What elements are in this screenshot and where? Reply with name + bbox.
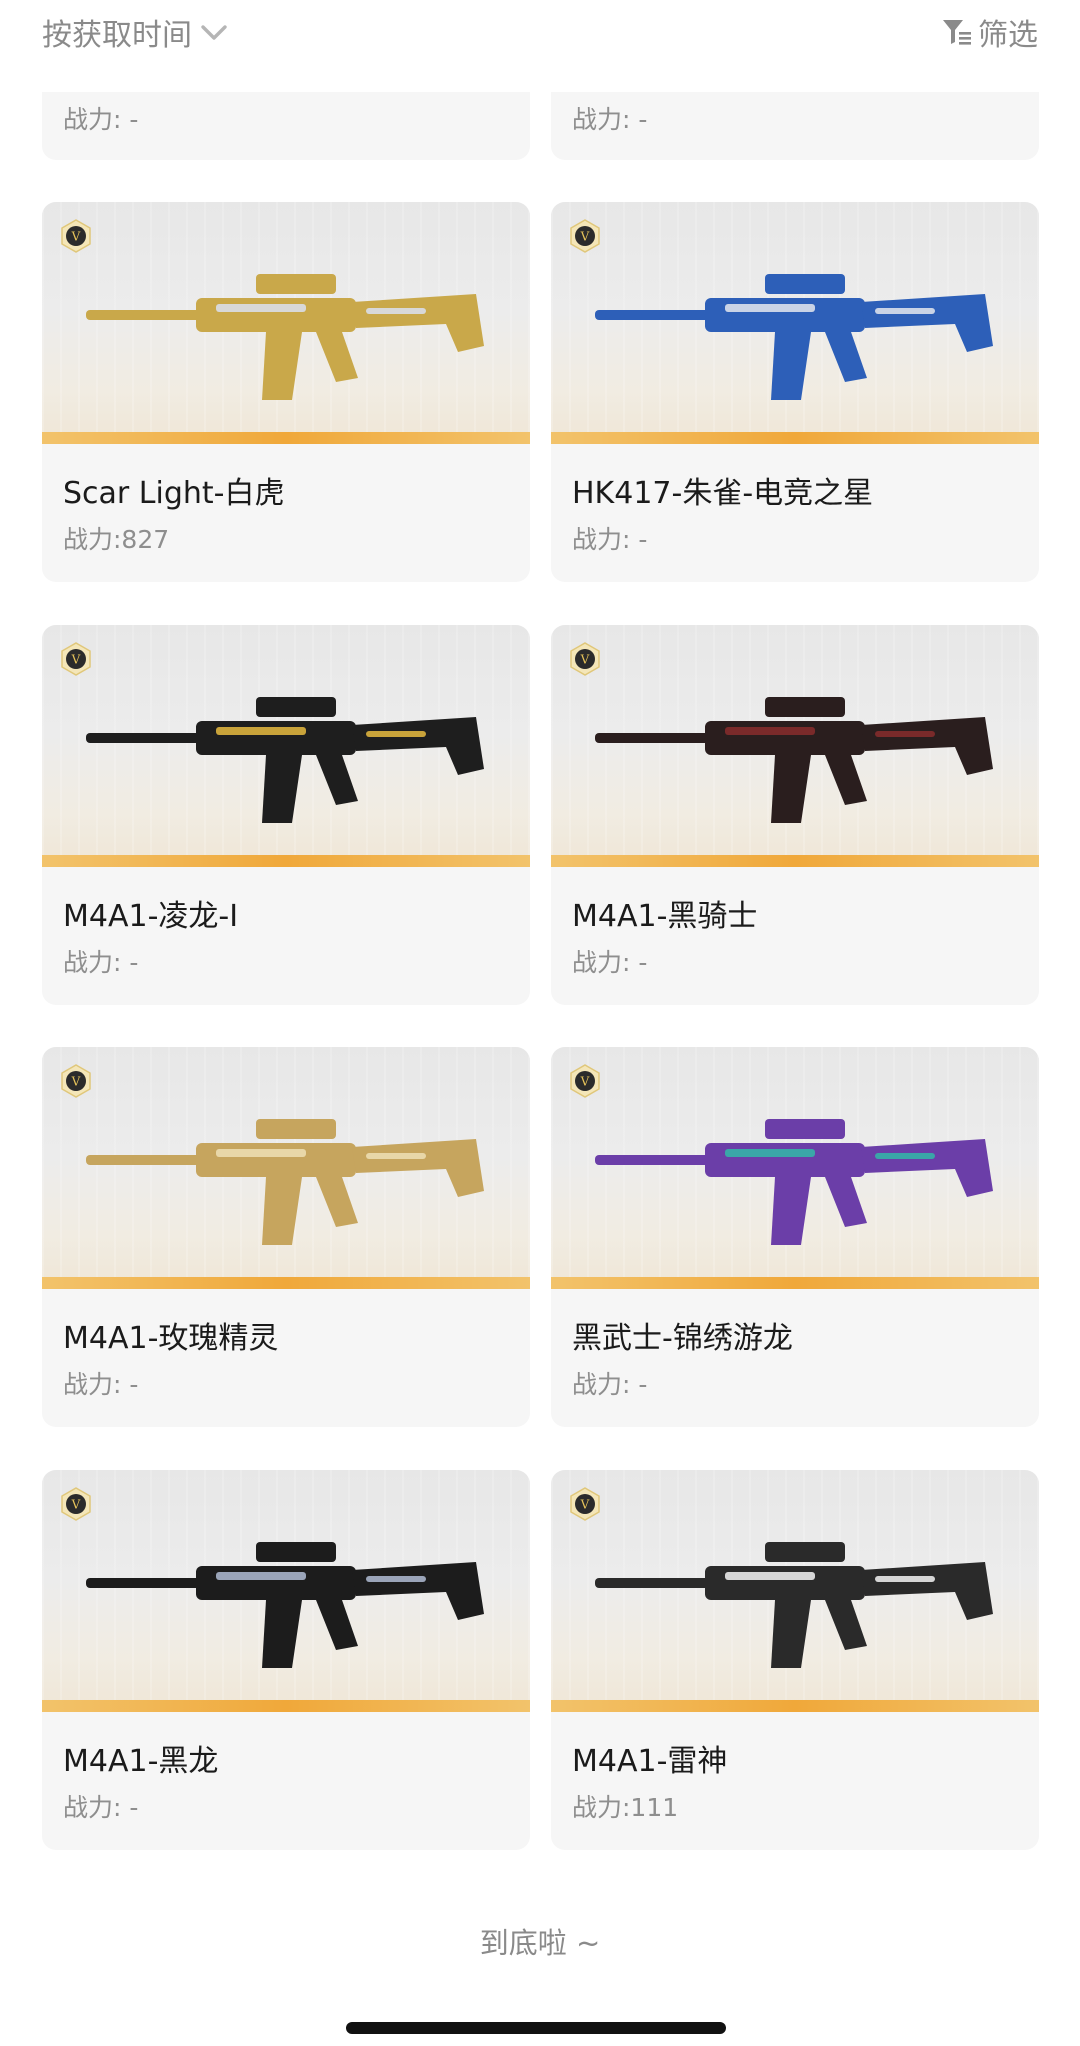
- item-card-partial[interactable]: 战力: -: [42, 92, 530, 160]
- item-card[interactable]: V M4A1-黑骑士 战力: -: [551, 625, 1039, 1005]
- item-image: V: [551, 202, 1039, 444]
- item-image: V: [551, 1470, 1039, 1712]
- item-name: M4A1-凌龙-I: [63, 899, 239, 934]
- item-card[interactable]: V 黑武士-锦绣游龙 战力: -: [551, 1047, 1039, 1427]
- rarity-stripe: [42, 432, 530, 444]
- item-name: Scar Light-白虎: [63, 476, 285, 511]
- home-indicator[interactable]: [346, 2022, 726, 2034]
- filter-button[interactable]: 筛选: [940, 10, 1038, 54]
- item-card[interactable]: V M4A1-凌龙-I 战力: -: [42, 625, 530, 1005]
- weapon-image: [595, 274, 993, 400]
- item-power: 战力: -: [63, 1370, 139, 1399]
- item-card[interactable]: V M4A1-玫瑰精灵 战力: -: [42, 1047, 530, 1427]
- item-image: V: [551, 1047, 1039, 1289]
- item-card[interactable]: V HK417-朱雀-电竞之星 战力: -: [551, 202, 1039, 582]
- rarity-stripe: [42, 1700, 530, 1712]
- item-power: 战力:111: [572, 1793, 679, 1822]
- item-image: V: [42, 625, 530, 867]
- item-image: V: [42, 1470, 530, 1712]
- item-power: 战力: -: [63, 1793, 139, 1822]
- item-image: V: [42, 1047, 530, 1289]
- item-power: 战力: -: [572, 948, 648, 977]
- rarity-stripe: [551, 432, 1039, 444]
- rarity-stripe: [551, 1277, 1039, 1289]
- item-name: M4A1-黑骑士: [572, 899, 758, 934]
- weapon-image: [595, 697, 993, 823]
- item-card[interactable]: V M4A1-雷神 战力:111: [551, 1470, 1039, 1850]
- sort-label: 按获取时间: [42, 18, 192, 53]
- weapon-image: [86, 1119, 484, 1245]
- item-name: M4A1-黑龙: [63, 1744, 219, 1779]
- item-name: HK417-朱雀-电竞之星: [572, 476, 874, 511]
- item-power: 战力: -: [572, 1370, 648, 1399]
- item-image: V: [42, 202, 530, 444]
- chevron-down-icon: [201, 25, 227, 40]
- rarity-stripe: [42, 1277, 530, 1289]
- item-image: V: [551, 625, 1039, 867]
- item-card[interactable]: V Scar Light-白虎 战力:827: [42, 202, 530, 582]
- rarity-stripe: [551, 855, 1039, 867]
- item-power: 战力: -: [63, 948, 139, 977]
- sort-dropdown[interactable]: 按获取时间: [42, 10, 230, 54]
- weapon-image: [86, 697, 484, 823]
- filter-label: 筛选: [978, 18, 1038, 53]
- weapon-image: [86, 1542, 484, 1668]
- rarity-stripe: [42, 855, 530, 867]
- end-of-list-text: 到底啦 ~: [479, 1926, 601, 1960]
- item-name: M4A1-雷神: [572, 1744, 728, 1779]
- item-power: 战力:827: [63, 525, 170, 554]
- weapon-image: [595, 1119, 993, 1245]
- item-power: 战力: -: [572, 105, 648, 134]
- item-power: 战力: -: [572, 525, 648, 554]
- item-power: 战力: -: [63, 105, 139, 134]
- item-card-partial[interactable]: 战力: -: [551, 92, 1039, 160]
- item-card[interactable]: V M4A1-黑龙 战力: -: [42, 1470, 530, 1850]
- weapon-image: [595, 1542, 993, 1668]
- filter-icon: [943, 20, 971, 45]
- weapon-image: [86, 274, 484, 400]
- top-bar: 按获取时间 筛选: [0, 0, 1080, 66]
- item-name: M4A1-玫瑰精灵: [63, 1321, 279, 1356]
- rarity-stripe: [551, 1700, 1039, 1712]
- item-name: 黑武士-锦绣游龙: [572, 1321, 793, 1356]
